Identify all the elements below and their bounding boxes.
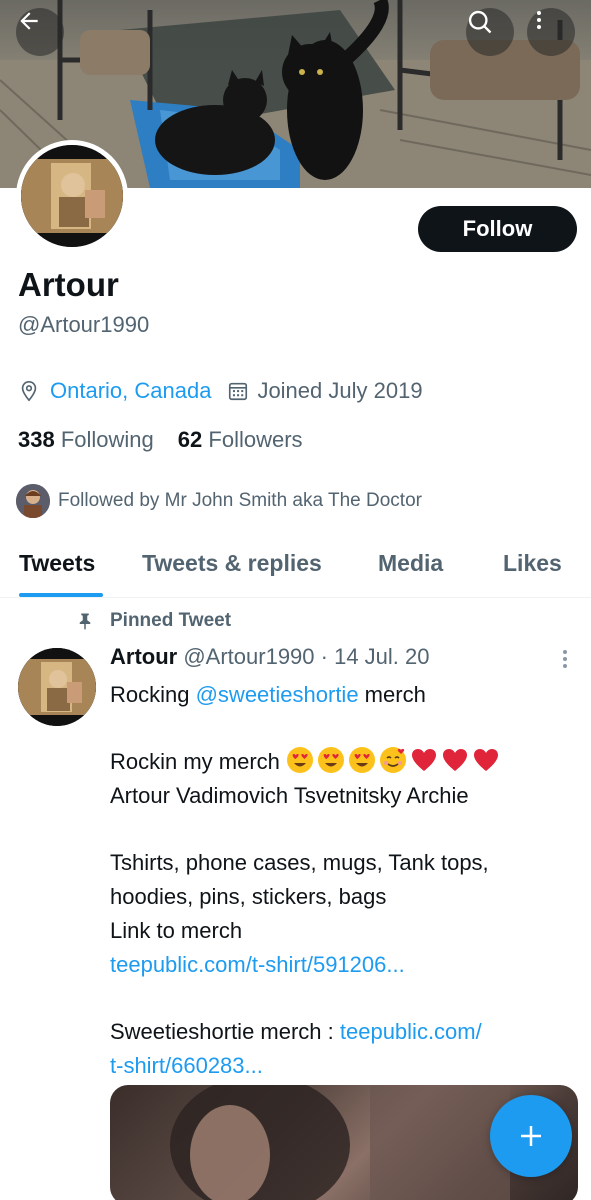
- joined-date: Joined July 2019: [257, 378, 423, 403]
- active-tab-indicator: [19, 593, 103, 597]
- merch-link[interactable]: teepublic.com/t-shirt/591206...: [110, 948, 580, 982]
- tab-media[interactable]: Media: [378, 550, 443, 577]
- tweet-handle-date: @Artour1990 · 14 Jul. 20: [183, 644, 430, 669]
- tweet-line: hoodies, pins, stickers, bags: [110, 884, 387, 909]
- tweet-text-segment: merch: [358, 682, 426, 707]
- display-name: Artour: [18, 266, 119, 303]
- tweet-line: Artour Vadimovich Tsvetnitsky Archie: [110, 783, 469, 808]
- tweet-line: Tshirts, phone cases, mugs, Tank tops,: [110, 850, 489, 875]
- following-link[interactable]: 338 Following: [18, 427, 154, 453]
- merch-link-2-cont[interactable]: t-shirt/660283...: [110, 1049, 580, 1083]
- mention-link[interactable]: @sweetieshortie: [196, 682, 359, 707]
- profile-avatar[interactable]: [16, 140, 128, 252]
- followers-label: Followers: [208, 427, 303, 452]
- tweet-text-segment: Sweetieshortie merch :: [110, 1019, 340, 1044]
- follow-button[interactable]: Follow: [418, 206, 577, 252]
- tweet-text: Rocking @sweetieshortie merch Rockin my …: [110, 678, 580, 1083]
- follow-counts: 338 Following 62 Followers: [18, 427, 303, 453]
- followers-link[interactable]: 62 Followers: [178, 427, 303, 453]
- heart-eyes-emoji-icon: [287, 747, 314, 773]
- following-label: Following: [60, 427, 154, 452]
- avatar-image: [21, 145, 123, 247]
- pin-icon: [79, 613, 91, 630]
- more-button[interactable]: [527, 8, 575, 56]
- heart-eyes-emoji-icon: [318, 747, 345, 773]
- following-count: 338: [18, 427, 55, 452]
- tweet-text-segment: Rockin my merch: [110, 749, 287, 774]
- tab-likes[interactable]: Likes: [503, 550, 562, 577]
- tab-tweets[interactable]: Tweets: [19, 550, 95, 577]
- follower-avatar: [16, 484, 50, 518]
- heart-emoji-icon: [474, 749, 499, 771]
- search-button[interactable]: [466, 8, 514, 56]
- tweet-more-button[interactable]: [556, 648, 574, 675]
- more-vertical-icon: [537, 11, 541, 29]
- tab-tweets-replies[interactable]: Tweets & replies: [142, 550, 322, 577]
- tweet-line: Sweetieshortie merch : teepublic.com/: [110, 1015, 580, 1049]
- followed-by-text: Followed by Mr John Smith aka The Doctor: [58, 490, 422, 511]
- tweet-author-avatar[interactable]: [18, 648, 96, 726]
- profile-tabs: Tweets Tweets & replies Media Likes: [0, 540, 591, 598]
- compose-tweet-button[interactable]: [490, 1095, 572, 1177]
- tweet-text-segment: Rocking: [110, 682, 196, 707]
- profile-meta: Ontario, Canada Joined July 2019: [18, 376, 423, 406]
- followers-count: 62: [177, 427, 203, 452]
- more-vertical-icon: [563, 650, 567, 668]
- pinned-label: Pinned Tweet: [110, 610, 232, 631]
- smiling-hearts-emoji-icon: [380, 747, 407, 773]
- tweet-line: Rockin my merch: [110, 745, 580, 779]
- heart-emoji-icon: [412, 749, 437, 771]
- plus-icon: [521, 1126, 541, 1146]
- emoji-row: [286, 747, 503, 774]
- search-icon: [468, 10, 492, 34]
- heart-emoji-icon: [443, 749, 468, 771]
- profile-handle: @Artour1990: [18, 312, 150, 337]
- merch-link-2[interactable]: teepublic.com/: [340, 1019, 482, 1044]
- tweet-line: Rocking @sweetieshortie merch: [110, 678, 580, 712]
- back-button[interactable]: [16, 8, 64, 56]
- tweet-line: Link to merch: [110, 918, 243, 943]
- pinned-indicator: Pinned Tweet: [76, 610, 231, 632]
- arrow-left-icon: [20, 12, 38, 30]
- calendar-icon: [227, 380, 249, 402]
- tweet-author-name[interactable]: Artour: [110, 644, 177, 669]
- followed-by-row[interactable]: Followed by Mr John Smith aka The Doctor: [16, 483, 422, 519]
- heart-eyes-emoji-icon: [349, 747, 376, 773]
- location-link[interactable]: Ontario, Canada: [50, 378, 211, 404]
- tweet-header: Artour @Artour1990 · 14 Jul. 20: [110, 644, 429, 670]
- location-pin-icon: [18, 380, 40, 402]
